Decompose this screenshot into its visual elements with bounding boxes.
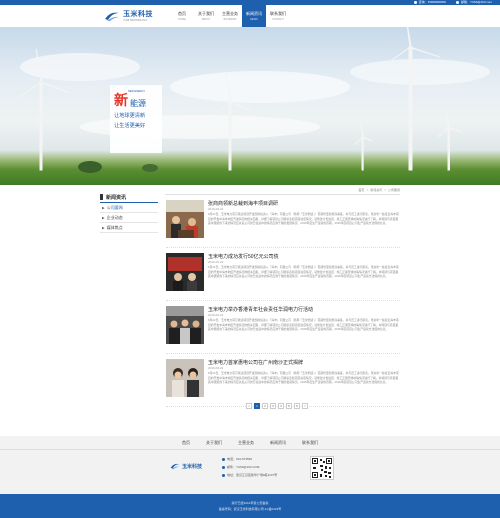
news-excerpt: 6月22日，玉米电力南京能达项目开发部的投资入「海丰」同翼公司（简称「玉米鼎盛」… xyxy=(208,371,399,385)
page-next[interactable]: > xyxy=(302,403,308,409)
pagination: < 1 2 3 4 5 6 > xyxy=(246,403,308,409)
footer-link-business[interactable]: 主营业务 xyxy=(230,440,262,446)
breadcrumb: 首页 > 新闻资讯 > 公司要闻 xyxy=(358,188,400,192)
news-excerpt: 6月22日，玉米电力南京能达项目开发部的投资入「海丰」同翼公司（简称「玉米鼎盛」… xyxy=(208,212,399,226)
news-title[interactable]: 张商商领新总裁到海丰项目调研 xyxy=(208,200,278,207)
hero-banner: NEW ENERGY 新 能源 让地球更清新 让生活更美好 xyxy=(0,27,500,185)
news-thumbnail[interactable] xyxy=(166,359,204,397)
nav-news[interactable]: 新闻资讯 NEWS xyxy=(242,5,266,27)
qr-code-icon xyxy=(312,458,332,478)
site-header: 玉米科技 YUMI TECHNOLOGY 首页 HOME 关于我们 ABOUT 主营… xyxy=(0,5,500,27)
slogan-line-1: 让地球更清新 xyxy=(114,113,146,119)
wind-turbines-illustration xyxy=(19,27,490,173)
news-title[interactable]: 玉米电力举办香港青年社会责任华润电力行活动 xyxy=(208,306,313,313)
arrow-icon: ▶ xyxy=(102,215,105,220)
news-item[interactable]: 玉米电力成功发行50亿元公司债 2016-06-22 6月22日，玉米电力南京能… xyxy=(166,251,400,301)
qr-code xyxy=(310,456,334,480)
phone-icon xyxy=(222,457,225,461)
phone-icon xyxy=(413,1,417,4)
nav-business[interactable]: 主营业务 BUSINESS xyxy=(218,5,242,27)
news-date: 2016-06-22 xyxy=(208,260,224,264)
news-date: 2016-06-22 xyxy=(208,313,224,317)
news-thumbnail[interactable] xyxy=(166,253,204,291)
news-thumbnail[interactable] xyxy=(166,200,204,238)
footer-phone: 电话：010-573590 xyxy=(227,457,253,461)
page-5[interactable]: 5 xyxy=(286,403,292,409)
footer-nav: 首页 关于我们 主营业务 新闻资讯 联系我们 xyxy=(0,436,500,450)
arrow-icon: ▶ xyxy=(102,225,105,230)
footer-link-home[interactable]: 首页 xyxy=(174,440,198,446)
site-logo[interactable]: 玉米科技 YUMI TECHNOLOGY xyxy=(104,9,153,22)
page-1[interactable]: 1 xyxy=(254,403,260,409)
copyright-bar: 版行已经2016年浙公安备案 备案号码：武汉玉米科技有限公司 Icp备0123号 xyxy=(0,494,500,518)
news-list: 张商商领新总裁到海丰项目调研 2016-06-22 6月22日，玉米电力南京能达… xyxy=(166,198,400,410)
slogan-xin: 新 xyxy=(114,94,128,109)
page-4[interactable]: 4 xyxy=(278,403,284,409)
breadcrumb-current: 公司要闻 xyxy=(387,188,400,192)
breadcrumb-home[interactable]: 首页 xyxy=(358,188,364,192)
news-date: 2016-06-22 xyxy=(208,366,224,370)
location-icon xyxy=(222,473,225,477)
news-title[interactable]: 玉米电力首家惠电公司在广州南沙正式揭牌 xyxy=(208,359,303,366)
breadcrumb-news[interactable]: 新闻资讯 xyxy=(370,188,382,192)
page-6[interactable]: 6 xyxy=(294,403,300,409)
sidebar: 新闻资讯 ▶ 公司要闻 ▶ 企业动态 ▶ 媒体焦点 xyxy=(100,192,158,233)
footer-logo-name: 玉米科技 xyxy=(182,464,203,470)
banner-slogan: NEW ENERGY 新 能源 让地球更清新 让生活更美好 xyxy=(110,85,162,153)
slogan-line-2: 让生活更美好 xyxy=(114,123,146,129)
logo-name-cn: 玉米科技 xyxy=(123,10,153,18)
news-title[interactable]: 玉米电力成功发行50亿元公司债 xyxy=(208,253,279,260)
page-3[interactable]: 3 xyxy=(270,403,276,409)
page-2[interactable]: 2 xyxy=(262,403,268,409)
news-item[interactable]: 张商商领新总裁到海丰项目调研 2016-06-22 6月22日，玉米电力南京能达… xyxy=(166,198,400,248)
icp-text: 备案号码：武汉玉米科技有限公司 Icp备0123号 xyxy=(218,507,282,511)
footer-link-about[interactable]: 关于我们 xyxy=(198,440,230,446)
logo-mark-icon xyxy=(170,463,180,470)
news-excerpt: 6月22日，玉米电力南京能达项目开发部的投资入「海丰」同翼公司（简称「玉米鼎盛」… xyxy=(208,318,399,332)
logo-mark-icon xyxy=(105,12,119,21)
slogan-nengyuan: 能源 xyxy=(130,99,146,108)
news-date: 2016-06-22 xyxy=(208,207,224,211)
page-prev[interactable]: < xyxy=(246,403,252,409)
sidebar-title: 新闻资讯 xyxy=(100,192,158,203)
news-excerpt: 6月22日，玉米电力南京能达项目开发部的投资入「海丰」同翼公司（简称「玉米鼎盛」… xyxy=(208,265,399,279)
logo-name-en: YUMI TECHNOLOGY xyxy=(123,19,148,22)
nav-about[interactable]: 关于我们 ABOUT xyxy=(194,5,218,27)
divider xyxy=(165,194,400,195)
sidebar-item-media[interactable]: ▶ 媒体焦点 xyxy=(100,223,158,233)
sidebar-item-company-news[interactable]: ▶ 公司要闻 xyxy=(100,203,158,213)
nav-home[interactable]: 首页 HOME xyxy=(170,5,194,27)
news-item[interactable]: 玉米电力举办香港青年社会责任华润电力行活动 2016-06-22 6月22日，玉… xyxy=(166,304,400,354)
nav-contact[interactable]: 联系我们 CONTACT xyxy=(266,5,290,27)
news-item[interactable]: 玉米电力首家惠电公司在广州南沙正式揭牌 2016-06-22 6月22日，玉米电… xyxy=(166,357,400,407)
footer-link-contact[interactable]: 联系我们 xyxy=(294,440,326,446)
footer-email[interactable]: 邮件：YUMI@163.COM xyxy=(227,463,259,471)
mail-icon xyxy=(222,465,225,469)
footer-address: 地址：武汉江汉区新华广场8栋1107号 xyxy=(227,473,278,477)
sidebar-item-enterprise[interactable]: ▶ 企业动态 xyxy=(100,213,158,223)
slogan-en: NEW ENERGY xyxy=(128,90,146,93)
footer-logo[interactable]: 玉米科技 xyxy=(170,462,202,470)
main-nav: 首页 HOME 关于我们 ABOUT 主营业务 BUSINESS 新闻资讯 NEWS 联… xyxy=(170,5,290,27)
arrow-icon: ▶ xyxy=(102,205,105,210)
footer-contact: 电话：010-573590 邮件：YUMI@163.COM 地址：武汉江汉区新华… xyxy=(222,455,277,479)
footer-link-news[interactable]: 新闻资讯 xyxy=(262,440,294,446)
title-bar-icon xyxy=(100,194,103,200)
mail-icon xyxy=(455,1,459,4)
news-thumbnail[interactable] xyxy=(166,306,204,344)
